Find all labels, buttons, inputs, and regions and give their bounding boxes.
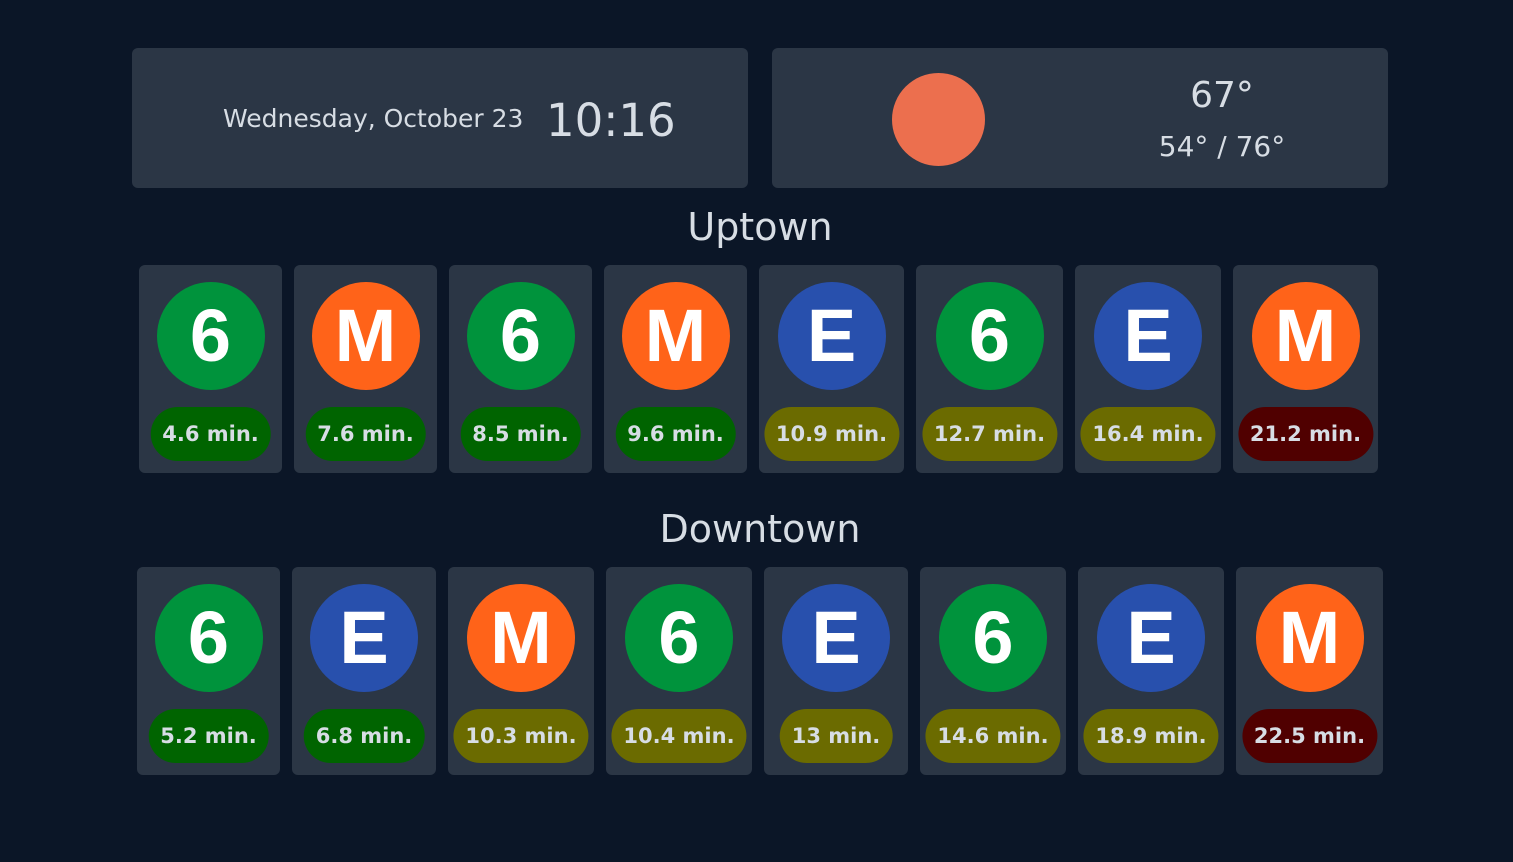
eta-badge: 10.3 min. bbox=[453, 709, 589, 763]
line-m-bullet-icon: M bbox=[621, 282, 730, 390]
train-card: 6 14.6 min. bbox=[920, 567, 1066, 775]
eta-badge: 22.5 min. bbox=[1241, 709, 1378, 763]
train-card: 6 8.5 min. bbox=[449, 265, 592, 473]
line-e-bullet-icon: E bbox=[310, 584, 418, 692]
uptown-heading: Uptown bbox=[687, 205, 833, 249]
eta-badge: 21.2 min. bbox=[1237, 407, 1374, 461]
train-card: E 18.9 min. bbox=[1078, 567, 1224, 775]
train-card: E 16.4 min. bbox=[1075, 265, 1221, 473]
line-e-bullet-icon: E bbox=[777, 282, 886, 390]
eta-badge: 7.6 min. bbox=[305, 407, 426, 461]
line-6-bullet-icon: 6 bbox=[466, 282, 575, 390]
line-m-bullet-icon: M bbox=[311, 282, 420, 390]
datetime-panel: Wednesday, October 23 10:16 bbox=[132, 48, 748, 188]
line-6-bullet-icon: 6 bbox=[154, 584, 263, 692]
line-e-bullet-icon: E bbox=[782, 584, 890, 692]
eta-badge: 9.6 min. bbox=[615, 407, 736, 461]
date-label: Wednesday, October 23 bbox=[223, 104, 524, 133]
train-card: 6 4.6 min. bbox=[139, 265, 282, 473]
current-temperature: 67° bbox=[1190, 75, 1254, 116]
line-m-bullet-icon: M bbox=[1251, 282, 1360, 390]
eta-badge: 18.9 min. bbox=[1083, 709, 1219, 763]
time-label: 10:16 bbox=[546, 94, 676, 147]
line-6-bullet-icon: 6 bbox=[625, 584, 733, 692]
eta-badge: 6.8 min. bbox=[303, 709, 425, 763]
temperature-range: 54° / 76° bbox=[1158, 130, 1286, 163]
train-card: M 22.5 min. bbox=[1236, 567, 1383, 775]
weather-panel: 67° 54° / 76° bbox=[772, 48, 1388, 188]
train-card: E 13 min. bbox=[764, 567, 908, 775]
line-m-bullet-icon: M bbox=[467, 584, 575, 692]
train-card: 6 10.4 min. bbox=[606, 567, 752, 775]
downtown-train-list: 6 5.2 min. E 6.8 min. M 10.3 min. 6 10.4 min. E 1… bbox=[137, 567, 1383, 775]
line-6-bullet-icon: 6 bbox=[939, 584, 1047, 692]
eta-badge: 5.2 min. bbox=[148, 709, 269, 763]
sun-icon bbox=[892, 73, 985, 166]
train-card: E 6.8 min. bbox=[292, 567, 436, 775]
eta-badge: 4.6 min. bbox=[150, 407, 271, 461]
line-e-bullet-icon: E bbox=[1097, 584, 1205, 692]
downtown-heading: Downtown bbox=[659, 507, 861, 551]
train-card: M 10.3 min. bbox=[448, 567, 594, 775]
eta-badge: 10.9 min. bbox=[763, 407, 900, 461]
train-card: M 7.6 min. bbox=[294, 265, 437, 473]
line-6-bullet-icon: 6 bbox=[156, 282, 265, 390]
line-e-bullet-icon: E bbox=[1094, 282, 1202, 390]
eta-badge: 8.5 min. bbox=[460, 407, 581, 461]
eta-badge: 13 min. bbox=[779, 709, 893, 763]
line-6-bullet-icon: 6 bbox=[935, 282, 1044, 390]
eta-badge: 10.4 min. bbox=[611, 709, 747, 763]
train-card: 6 5.2 min. bbox=[137, 567, 280, 775]
uptown-train-list: 6 4.6 min. M 7.6 min. 6 8.5 min. M 9.6 min. E 10.… bbox=[139, 265, 1378, 473]
eta-badge: 14.6 min. bbox=[925, 709, 1061, 763]
line-m-bullet-icon: M bbox=[1255, 584, 1364, 692]
train-card: M 9.6 min. bbox=[604, 265, 747, 473]
train-card: M 21.2 min. bbox=[1233, 265, 1378, 473]
train-card: 6 12.7 min. bbox=[916, 265, 1063, 473]
eta-badge: 16.4 min. bbox=[1080, 407, 1216, 461]
train-card: E 10.9 min. bbox=[759, 265, 904, 473]
eta-badge: 12.7 min. bbox=[921, 407, 1058, 461]
